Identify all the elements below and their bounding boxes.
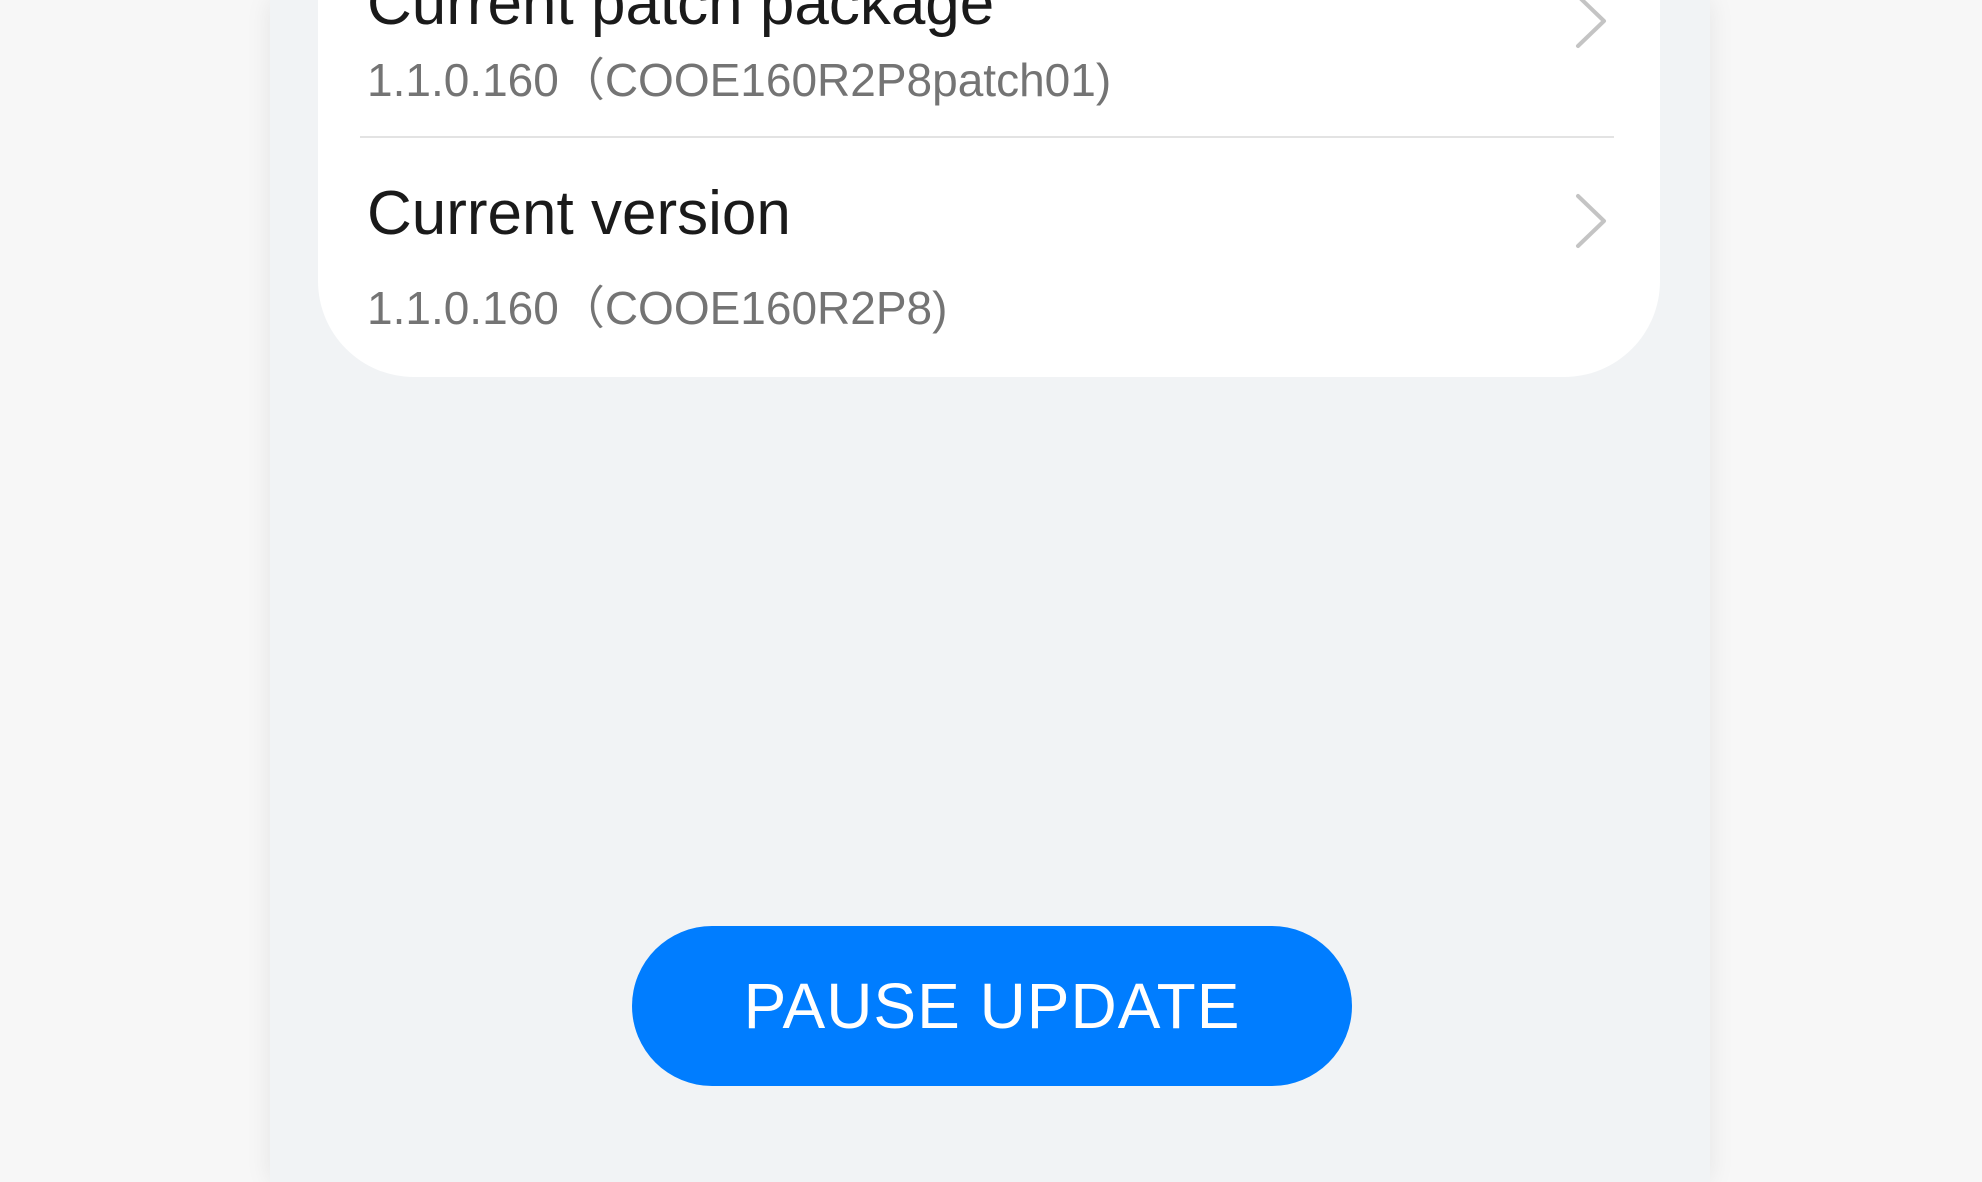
list-item-subtitle: 1.1.0.160（COOE160R2P8) (367, 282, 948, 334)
chevron-right-icon (1576, 194, 1606, 248)
list-item-subtitle: 1.1.0.160（COOE160R2P8patch01) (367, 54, 1112, 106)
list-item-current-version[interactable]: Current version 1.1.0.160（COOE160R2P8) (318, 136, 1660, 377)
list-item-title: Current patch package (367, 0, 995, 38)
chevron-right-icon (1576, 0, 1606, 48)
list-item-current-patch-package[interactable]: Current patch package 1.1.0.160（COOE160R… (318, 0, 1660, 136)
pause-update-button[interactable]: PAUSE UPDATE (632, 926, 1352, 1086)
list-item-title: Current version (367, 179, 791, 248)
version-info-card: Current patch package 1.1.0.160（COOE160R… (318, 0, 1660, 377)
update-screen: Current patch package 1.1.0.160（COOE160R… (270, 0, 1710, 1182)
